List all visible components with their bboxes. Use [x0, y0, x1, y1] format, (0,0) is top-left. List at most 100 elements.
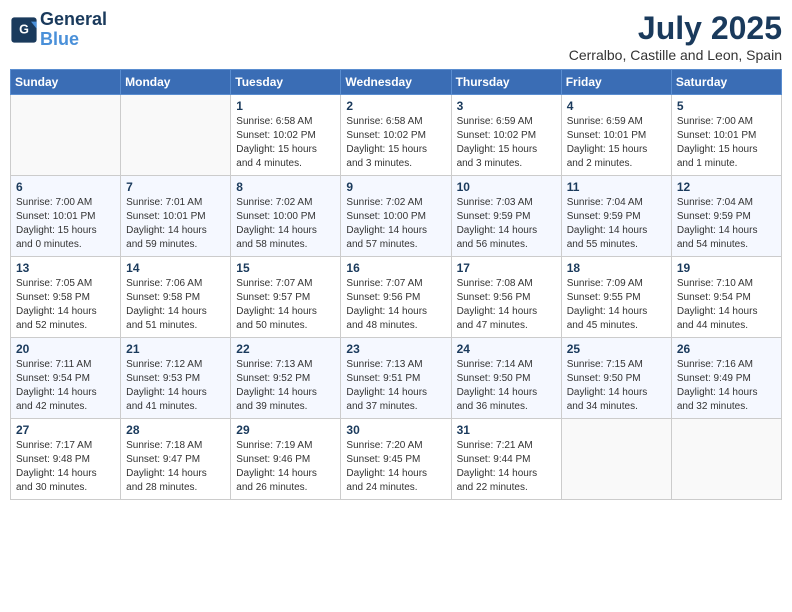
calendar-cell — [671, 419, 781, 500]
logo-icon: G — [10, 16, 38, 44]
cell-info: Sunrise: 7:09 AM Sunset: 9:55 PM Dayligh… — [567, 277, 666, 333]
day-number: 31 — [457, 423, 556, 437]
calendar-cell: 30 Sunrise: 7:20 AM Sunset: 9:45 PM Dayli… — [341, 419, 451, 500]
cell-info: Sunrise: 7:16 AM Sunset: 9:49 PM Dayligh… — [677, 358, 776, 414]
weekday-header-monday: Monday — [121, 70, 231, 95]
svg-text:G: G — [19, 22, 29, 36]
cell-info: Sunrise: 7:12 AM Sunset: 9:53 PM Dayligh… — [126, 358, 225, 414]
cell-info: Sunrise: 7:06 AM Sunset: 9:58 PM Dayligh… — [126, 277, 225, 333]
cell-info: Sunrise: 7:00 AM Sunset: 10:01 PM Daylig… — [16, 196, 115, 252]
calendar-week-row: 13 Sunrise: 7:05 AM Sunset: 9:58 PM Dayli… — [11, 257, 782, 338]
calendar-week-row: 27 Sunrise: 7:17 AM Sunset: 9:48 PM Dayli… — [11, 419, 782, 500]
calendar-cell: 14 Sunrise: 7:06 AM Sunset: 9:58 PM Dayli… — [121, 257, 231, 338]
cell-info: Sunrise: 7:04 AM Sunset: 9:59 PM Dayligh… — [677, 196, 776, 252]
day-number: 8 — [236, 180, 335, 194]
weekday-header-friday: Friday — [561, 70, 671, 95]
day-number: 25 — [567, 342, 666, 356]
cell-info: Sunrise: 7:01 AM Sunset: 10:01 PM Daylig… — [126, 196, 225, 252]
cell-info: Sunrise: 7:13 AM Sunset: 9:51 PM Dayligh… — [346, 358, 445, 414]
cell-info: Sunrise: 6:58 AM Sunset: 10:02 PM Daylig… — [346, 115, 445, 171]
calendar-table: SundayMondayTuesdayWednesdayThursdayFrid… — [10, 69, 782, 500]
cell-info: Sunrise: 7:19 AM Sunset: 9:46 PM Dayligh… — [236, 439, 335, 495]
cell-info: Sunrise: 7:08 AM Sunset: 9:56 PM Dayligh… — [457, 277, 556, 333]
calendar-cell: 10 Sunrise: 7:03 AM Sunset: 9:59 PM Dayli… — [451, 176, 561, 257]
cell-info: Sunrise: 7:20 AM Sunset: 9:45 PM Dayligh… — [346, 439, 445, 495]
day-number: 17 — [457, 261, 556, 275]
day-number: 18 — [567, 261, 666, 275]
day-number: 30 — [346, 423, 445, 437]
day-number: 26 — [677, 342, 776, 356]
calendar-cell: 2 Sunrise: 6:58 AM Sunset: 10:02 PM Dayli… — [341, 95, 451, 176]
calendar-cell: 19Sunrise: 7:10 AM Sunset: 9:54 PM Dayli… — [671, 257, 781, 338]
day-number: 21 — [126, 342, 225, 356]
calendar-cell — [121, 95, 231, 176]
cell-info: Sunrise: 6:58 AM Sunset: 10:02 PM Daylig… — [236, 115, 335, 171]
calendar-cell: 13 Sunrise: 7:05 AM Sunset: 9:58 PM Dayli… — [11, 257, 121, 338]
day-number: 4 — [567, 99, 666, 113]
calendar-cell: 26 Sunrise: 7:16 AM Sunset: 9:49 PM Dayli… — [671, 338, 781, 419]
calendar-cell: 3Sunrise: 6:59 AM Sunset: 10:02 PM Dayli… — [451, 95, 561, 176]
calendar-cell: 28Sunrise: 7:18 AM Sunset: 9:47 PM Dayli… — [121, 419, 231, 500]
calendar-cell: 18 Sunrise: 7:09 AM Sunset: 9:55 PM Dayli… — [561, 257, 671, 338]
day-number: 5 — [677, 99, 776, 113]
cell-info: Sunrise: 7:14 AM Sunset: 9:50 PM Dayligh… — [457, 358, 556, 414]
calendar-cell: 7Sunrise: 7:01 AM Sunset: 10:01 PM Dayli… — [121, 176, 231, 257]
calendar-cell: 11 Sunrise: 7:04 AM Sunset: 9:59 PM Dayli… — [561, 176, 671, 257]
calendar-cell: 9Sunrise: 7:02 AM Sunset: 10:00 PM Dayli… — [341, 176, 451, 257]
day-number: 10 — [457, 180, 556, 194]
cell-info: Sunrise: 7:13 AM Sunset: 9:52 PM Dayligh… — [236, 358, 335, 414]
calendar-cell: 22 Sunrise: 7:13 AM Sunset: 9:52 PM Dayli… — [231, 338, 341, 419]
cell-info: Sunrise: 6:59 AM Sunset: 10:01 PM Daylig… — [567, 115, 666, 171]
calendar-cell: 17 Sunrise: 7:08 AM Sunset: 9:56 PM Dayli… — [451, 257, 561, 338]
day-number: 13 — [16, 261, 115, 275]
cell-info: Sunrise: 7:02 AM Sunset: 10:00 PM Daylig… — [236, 196, 335, 252]
cell-info: Sunrise: 7:15 AM Sunset: 9:50 PM Dayligh… — [567, 358, 666, 414]
calendar-week-row: 6Sunrise: 7:00 AM Sunset: 10:01 PM Dayli… — [11, 176, 782, 257]
cell-info: Sunrise: 7:07 AM Sunset: 9:56 PM Dayligh… — [346, 277, 445, 333]
title-block: July 2025 Cerralbo, Castille and Leon, S… — [569, 10, 782, 63]
location-subtitle: Cerralbo, Castille and Leon, Spain — [569, 47, 782, 63]
cell-info: Sunrise: 7:00 AM Sunset: 10:01 PM Daylig… — [677, 115, 776, 171]
weekday-header-thursday: Thursday — [451, 70, 561, 95]
day-number: 12 — [677, 180, 776, 194]
day-number: 1 — [236, 99, 335, 113]
logo: G GeneralBlue — [10, 10, 107, 50]
calendar-cell: 29 Sunrise: 7:19 AM Sunset: 9:46 PM Dayli… — [231, 419, 341, 500]
day-number: 29 — [236, 423, 335, 437]
calendar-cell: 23 Sunrise: 7:13 AM Sunset: 9:51 PM Dayli… — [341, 338, 451, 419]
page-header: G GeneralBlue July 2025 Cerralbo, Castil… — [10, 10, 782, 63]
calendar-cell: 15 Sunrise: 7:07 AM Sunset: 9:57 PM Dayli… — [231, 257, 341, 338]
day-number: 15 — [236, 261, 335, 275]
calendar-cell: 12 Sunrise: 7:04 AM Sunset: 9:59 PM Dayli… — [671, 176, 781, 257]
cell-info: Sunrise: 7:11 AM Sunset: 9:54 PM Dayligh… — [16, 358, 115, 414]
calendar-cell: 6Sunrise: 7:00 AM Sunset: 10:01 PM Dayli… — [11, 176, 121, 257]
cell-info: Sunrise: 7:02 AM Sunset: 10:00 PM Daylig… — [346, 196, 445, 252]
cell-info: Sunrise: 7:03 AM Sunset: 9:59 PM Dayligh… — [457, 196, 556, 252]
weekday-header-row: SundayMondayTuesdayWednesdayThursdayFrid… — [11, 70, 782, 95]
weekday-header-sunday: Sunday — [11, 70, 121, 95]
calendar-cell: 1 Sunrise: 6:58 AM Sunset: 10:02 PM Dayli… — [231, 95, 341, 176]
calendar-week-row: 1 Sunrise: 6:58 AM Sunset: 10:02 PM Dayli… — [11, 95, 782, 176]
cell-info: Sunrise: 7:05 AM Sunset: 9:58 PM Dayligh… — [16, 277, 115, 333]
day-number: 11 — [567, 180, 666, 194]
logo-text: GeneralBlue — [40, 10, 107, 50]
day-number: 2 — [346, 99, 445, 113]
calendar-cell: 21 Sunrise: 7:12 AM Sunset: 9:53 PM Dayli… — [121, 338, 231, 419]
cell-info: Sunrise: 7:04 AM Sunset: 9:59 PM Dayligh… — [567, 196, 666, 252]
cell-info: Sunrise: 7:10 AM Sunset: 9:54 PM Dayligh… — [677, 277, 776, 333]
calendar-week-row: 20Sunrise: 7:11 AM Sunset: 9:54 PM Dayli… — [11, 338, 782, 419]
cell-info: Sunrise: 7:21 AM Sunset: 9:44 PM Dayligh… — [457, 439, 556, 495]
month-title: July 2025 — [569, 10, 782, 47]
cell-info: Sunrise: 7:07 AM Sunset: 9:57 PM Dayligh… — [236, 277, 335, 333]
day-number: 27 — [16, 423, 115, 437]
calendar-cell: 24Sunrise: 7:14 AM Sunset: 9:50 PM Dayli… — [451, 338, 561, 419]
weekday-header-tuesday: Tuesday — [231, 70, 341, 95]
cell-info: Sunrise: 7:17 AM Sunset: 9:48 PM Dayligh… — [16, 439, 115, 495]
day-number: 16 — [346, 261, 445, 275]
day-number: 23 — [346, 342, 445, 356]
weekday-header-wednesday: Wednesday — [341, 70, 451, 95]
calendar-cell: 31 Sunrise: 7:21 AM Sunset: 9:44 PM Dayli… — [451, 419, 561, 500]
day-number: 22 — [236, 342, 335, 356]
calendar-cell: 4 Sunrise: 6:59 AM Sunset: 10:01 PM Dayli… — [561, 95, 671, 176]
day-number: 14 — [126, 261, 225, 275]
